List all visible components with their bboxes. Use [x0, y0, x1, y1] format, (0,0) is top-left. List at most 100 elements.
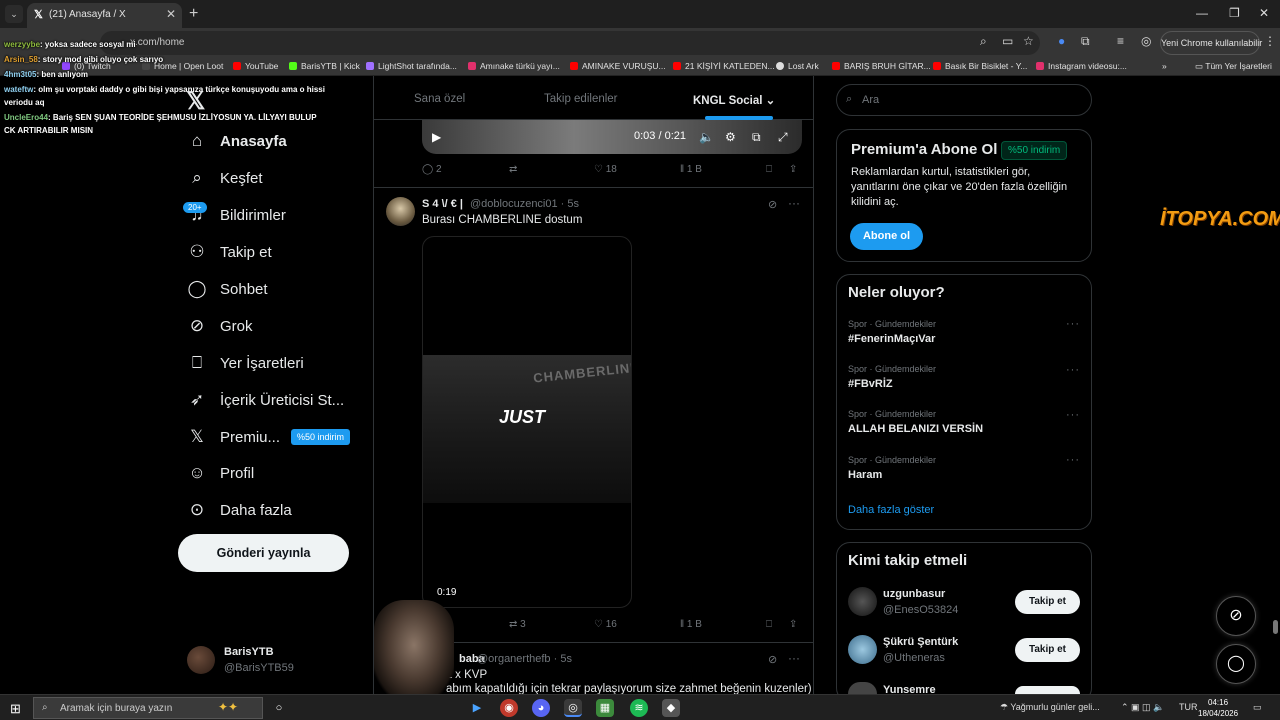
search-input[interactable]: ⌕ Ara [836, 84, 1092, 116]
address-bar[interactable]: x.com/home [100, 31, 1040, 55]
pinned-app-icon[interactable]: ▶ [468, 699, 486, 717]
suggestion-name[interactable]: Şükrü Şentürk [883, 636, 958, 648]
clock[interactable]: 04:16 18/04/2026 [1198, 697, 1238, 719]
repost-button[interactable]: ⇄ [509, 164, 517, 175]
spotify-icon[interactable]: ≋ [630, 699, 648, 717]
cortana-icon[interactable]: ○ [270, 699, 288, 717]
suggestion-avatar[interactable] [848, 635, 877, 664]
maximize-button[interactable]: ❐ [1229, 6, 1240, 20]
media-icon[interactable]: ≡ [1117, 34, 1124, 48]
bookmark-item[interactable]: Amınake türkü yayı... [468, 61, 560, 71]
minimize-button[interactable]: — [1196, 6, 1208, 20]
post-more-icon[interactable]: ··· [788, 196, 800, 210]
messages-fab-icon[interactable]: ◯ [1216, 644, 1256, 684]
chrome-update-button[interactable]: Yeni Chrome kullanılabilir [1160, 31, 1262, 55]
pip-icon[interactable]: ⧉ [752, 130, 761, 145]
bookmark-item[interactable]: BARIŞ BRUH GİTAR... [832, 61, 931, 71]
bookmarks-overflow-icon[interactable]: » [1162, 61, 1167, 71]
follow-button[interactable]: Takip et [1015, 638, 1080, 662]
share-icon[interactable]: ⇪ [789, 619, 797, 630]
trend-more-icon[interactable]: ··· [1066, 318, 1080, 330]
post-author-handle[interactable]: @doblocuzenci01 · 5s [470, 198, 579, 210]
bookmark-item[interactable]: Lost Ark [776, 61, 819, 71]
bookmark-item[interactable]: Instagram videosu:... [1036, 61, 1127, 71]
tray-icons[interactable]: ⌃ ▣ ◫ 🔈 [1121, 702, 1164, 713]
post-author-handle[interactable]: @organerthefb · 5s [477, 653, 572, 665]
like-button[interactable]: ♡ 18 [594, 164, 617, 175]
new-tab-button[interactable]: + [189, 5, 198, 23]
mute-icon[interactable]: 🔈 [699, 130, 714, 144]
extension-icon[interactable]: ● [1058, 34, 1065, 48]
post-more-icon[interactable]: ··· [788, 651, 800, 665]
zoom-icon[interactable]: ⌕ [980, 34, 987, 49]
pinned-app-icon[interactable]: ▦ [596, 699, 614, 717]
grok-post-icon[interactable]: ⊘ [768, 653, 777, 666]
tab-search-button[interactable]: ⌄ [5, 5, 23, 23]
account-avatar[interactable] [187, 646, 215, 674]
trend-item[interactable]: #FenerinMaçıVar [848, 333, 935, 345]
grok-post-icon[interactable]: ⊘ [768, 198, 777, 211]
notification-center-icon[interactable]: ▭ [1253, 702, 1262, 713]
discord-icon[interactable]: ◕ [532, 699, 550, 717]
reply-button[interactable]: ◯ 2 [422, 164, 442, 175]
chrome-icon[interactable]: ◎ [564, 699, 582, 717]
trend-more-icon[interactable]: ··· [1066, 364, 1080, 376]
follow-button[interactable]: Takip et [1015, 590, 1080, 614]
close-window-button[interactable]: ✕ [1259, 6, 1269, 20]
scrollbar[interactable] [1273, 620, 1278, 634]
menu-icon[interactable]: ⋮ [1264, 34, 1276, 48]
x-logo-icon[interactable]: 𝕏 [186, 87, 205, 116]
puzzle-icon[interactable]: ⧉ [1081, 34, 1090, 49]
bookmark-item[interactable]: 21 KİŞİYİ KATLEDEN... [673, 61, 775, 71]
suggestion-avatar[interactable] [848, 682, 877, 694]
fullscreen-icon[interactable]: ⤢ [778, 130, 788, 145]
bookmark-item[interactable]: BarisYTB | Kick [289, 61, 360, 71]
views-button[interactable]: ǁ 1 B [680, 619, 702, 630]
pinned-app-icon[interactable]: ◉ [500, 699, 518, 717]
post-author-name[interactable]: S 4 \/ € | [422, 198, 463, 210]
tab-following[interactable]: Takip edilenler [544, 93, 618, 105]
trend-item[interactable]: Haram [848, 469, 882, 481]
tab-kngl-social[interactable]: KNGL Social ⌄ [693, 93, 775, 107]
taskbar-search[interactable]: ⌕ Aramak için buraya yazın ✦✦ [33, 697, 263, 719]
trend-more-icon[interactable]: ··· [1066, 409, 1080, 421]
pinned-app-icon[interactable]: ◆ [662, 699, 680, 717]
like-button[interactable]: ♡ 16 [594, 619, 617, 630]
trend-item[interactable]: #FBvRİZ [848, 378, 893, 390]
follow-button[interactable] [1015, 686, 1080, 694]
bookmark-post-icon[interactable]: ⎕ [766, 164, 772, 175]
weather-widget[interactable]: ☂ Yağmurlu günler geli... [1000, 702, 1100, 713]
bookmark-post-icon[interactable]: ⎕ [766, 619, 772, 630]
post-button[interactable]: Gönderi yayınla [178, 534, 349, 572]
bookmark-item[interactable]: AMINAKE VURUŞU... [570, 61, 666, 71]
profile-icon[interactable]: ◎ [1141, 34, 1151, 48]
views-button[interactable]: ǁ 1 B [680, 164, 702, 175]
grok-fab-icon[interactable]: ⊘ [1216, 596, 1256, 636]
trend-item[interactable]: ALLAH BELANIZI VERSİN [848, 423, 983, 435]
trend-more-icon[interactable]: ··· [1066, 454, 1080, 466]
tab-for-you[interactable]: Sana özel [414, 93, 465, 105]
post-avatar[interactable] [386, 197, 415, 226]
browser-tab[interactable]: 𝕏 (21) Anasayfa / X ✕ [27, 3, 182, 28]
suggestion-avatar[interactable] [848, 587, 877, 616]
share-icon[interactable]: ⇪ [789, 164, 797, 175]
bookmark-item[interactable]: YouTube [233, 61, 278, 71]
post-video[interactable]: CHAMBERLINE JUST 0:19 [422, 236, 632, 608]
account-name[interactable]: BarisYTB [224, 646, 274, 658]
show-more-link[interactable]: Daha fazla göster [848, 504, 934, 516]
windows-start-icon[interactable]: ⊞ [10, 701, 21, 717]
suggestion-name[interactable]: uzgunbasur [883, 588, 945, 600]
all-bookmarks[interactable]: ▭ Tüm Yer İşaretleri [1195, 61, 1272, 72]
play-icon[interactable]: ▶ [432, 130, 441, 144]
star-icon[interactable]: ☆ [1023, 34, 1034, 48]
subscribe-button[interactable]: Abone ol [850, 223, 923, 250]
bookmark-item[interactable]: Basık Bir Bisiklet - Y... [933, 61, 1027, 71]
bookmark-item[interactable]: LightShot tarafında... [366, 61, 457, 71]
close-tab-icon[interactable]: ✕ [166, 7, 176, 21]
settings-icon[interactable]: ⚙ [725, 130, 736, 144]
video-player[interactable] [422, 120, 802, 154]
repost-button[interactable]: ⇄ 3 [509, 619, 526, 630]
account-handle[interactable]: @BarisYTB59 [224, 662, 294, 674]
cast-icon[interactable]: ▭ [1002, 34, 1013, 48]
language-indicator[interactable]: TUR [1179, 702, 1198, 712]
